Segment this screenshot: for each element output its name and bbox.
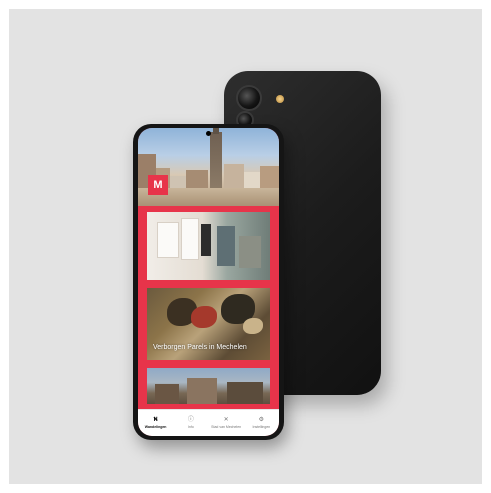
app-screen: M Verborgen Parels in Mechelen ⛕ Wandeli…	[138, 128, 279, 436]
tab-bar: ⛕ Wandelingen ⓘ Info ✕ Stad van Mechelen…	[138, 409, 279, 436]
tour-card[interactable]	[145, 210, 272, 282]
tour-card-title: Verborgen Parels in Mechelen	[153, 344, 247, 351]
map-icon: ⛕	[153, 417, 158, 423]
tab-wandelingen[interactable]: ⛕ Wandelingen	[139, 417, 173, 429]
tab-instellingen[interactable]: ⚙ Instellingen	[244, 417, 278, 429]
tab-label: Stad van Mechelen	[211, 425, 242, 429]
settings-icon: ⚙	[258, 417, 265, 423]
tour-card[interactable]	[145, 366, 272, 406]
tab-stad[interactable]: ✕ Stad van Mechelen	[209, 417, 243, 429]
tab-label: Wandelingen	[144, 425, 167, 429]
camera-lens-icon	[236, 85, 262, 111]
tab-label: Info	[187, 425, 194, 429]
tab-info[interactable]: ⓘ Info	[174, 417, 208, 429]
app-logo: M	[148, 175, 168, 195]
info-icon: ⓘ	[187, 417, 194, 423]
front-phone: M Verborgen Parels in Mechelen ⛕ Wandeli…	[133, 124, 284, 440]
compass-icon: ✕	[223, 417, 229, 423]
flash-icon	[276, 95, 284, 103]
tab-label: Instellingen	[252, 425, 271, 429]
tour-card[interactable]: Verborgen Parels in Mechelen	[145, 286, 272, 362]
front-camera-icon	[206, 131, 211, 136]
